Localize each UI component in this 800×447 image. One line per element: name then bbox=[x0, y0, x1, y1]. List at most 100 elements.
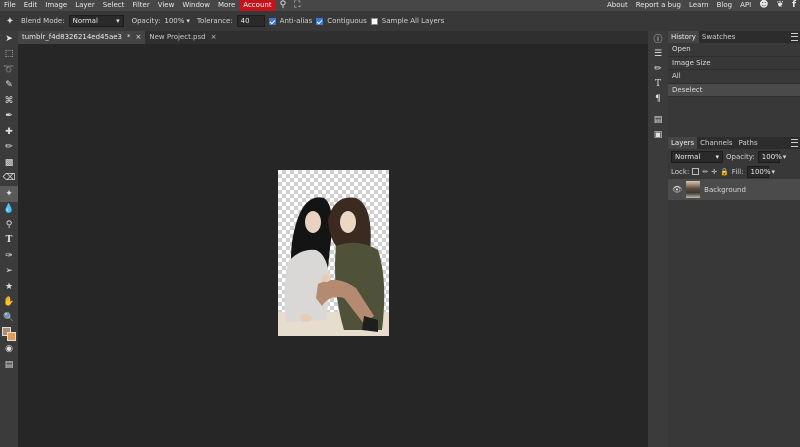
link-report-bug[interactable]: Report a bug bbox=[632, 0, 685, 11]
close-icon[interactable]: × bbox=[136, 31, 142, 44]
menu-window[interactable]: Window bbox=[178, 0, 214, 11]
magic-wand-tool-icon[interactable]: ✦ bbox=[0, 186, 18, 202]
close-icon[interactable]: × bbox=[211, 31, 217, 44]
menu-filter[interactable]: Filter bbox=[128, 0, 153, 11]
panel-icon-strip: ⓘ ☰ ✏ T ¶ ▤ ▣ bbox=[648, 31, 668, 447]
background-color-swatch[interactable] bbox=[7, 331, 16, 341]
layer-opacity-input[interactable]: 100% bbox=[757, 150, 782, 163]
menu-layer[interactable]: Layer bbox=[71, 0, 99, 11]
link-about[interactable]: About bbox=[603, 0, 632, 11]
hand-tool-icon[interactable]: ✋ bbox=[0, 295, 18, 311]
tab-paths[interactable]: Paths bbox=[736, 137, 761, 149]
menu-image[interactable]: Image bbox=[41, 0, 71, 11]
crop-tool-icon[interactable]: ⌘ bbox=[0, 93, 18, 109]
lasso-tool-icon[interactable]: ➰ bbox=[0, 62, 18, 78]
menu-edit[interactable]: Edit bbox=[20, 0, 42, 11]
document-tab-active[interactable]: tumblr_f4d8326214ed45ae3 * × bbox=[18, 31, 146, 44]
path-select-tool-icon[interactable]: ➢ bbox=[0, 264, 18, 280]
history-list: Open Image Size All Deselect bbox=[668, 43, 800, 123]
history-item-all[interactable]: All bbox=[668, 70, 800, 84]
history-item-open[interactable]: Open bbox=[668, 43, 800, 57]
menu-right-links: About Report a bug Learn Blog API ☻ ❦ f bbox=[603, 0, 800, 11]
fill-label: Fill: bbox=[731, 167, 744, 176]
eraser-tool-icon[interactable]: ⌫ bbox=[0, 171, 18, 187]
lock-move-icon[interactable]: ✛ bbox=[711, 168, 717, 176]
healing-brush-tool-icon[interactable]: ✚ bbox=[0, 124, 18, 140]
lock-paint-icon[interactable]: ✏ bbox=[702, 168, 708, 176]
chevron-down-icon[interactable]: ▾ bbox=[783, 153, 787, 161]
anti-alias-label: Anti-alias bbox=[279, 17, 313, 25]
tool-options-bar: ✦ Blend Mode: Normal ▾ Opacity: 100% ▾ Tol… bbox=[0, 11, 800, 31]
fill-input[interactable]: 100% bbox=[746, 165, 771, 178]
panel-menu-icon[interactable] bbox=[791, 33, 798, 41]
character-icon[interactable]: T bbox=[648, 76, 668, 91]
tab-layers[interactable]: Layers bbox=[668, 137, 698, 149]
history-item-deselect[interactable]: Deselect bbox=[668, 83, 800, 97]
lock-transparency-icon[interactable] bbox=[692, 168, 700, 175]
image-panel-icon[interactable]: ▣ bbox=[648, 127, 668, 142]
layers-lock-row: Lock: ✏ ✛ 🔒 Fill: 100% ▾ bbox=[668, 164, 800, 179]
move-tool-icon[interactable]: ➤ bbox=[0, 31, 18, 47]
layers-blend-row: Normal ▾ Opacity: 100% ▾ bbox=[668, 149, 800, 164]
magic-wand-tool-icon[interactable]: ✦ bbox=[3, 16, 17, 27]
lock-all-icon[interactable]: 🔒 bbox=[720, 168, 729, 176]
anti-alias-checkbox[interactable] bbox=[268, 17, 276, 25]
history-item-image-size[interactable]: Image Size bbox=[668, 57, 800, 70]
layer-opacity-label: Opacity: bbox=[726, 152, 755, 161]
layer-blend-select[interactable]: Normal ▾ bbox=[671, 150, 723, 163]
clone-stamp-tool-icon[interactable]: ▩ bbox=[0, 155, 18, 171]
fullscreen-icon[interactable]: ⛶ bbox=[290, 0, 304, 11]
chevron-down-icon: ▾ bbox=[186, 17, 190, 25]
quick-mask-icon[interactable]: ◉ bbox=[0, 342, 18, 358]
image-canvas[interactable] bbox=[278, 170, 389, 336]
menu-select[interactable]: Select bbox=[99, 0, 129, 11]
color-swatches[interactable] bbox=[0, 326, 18, 342]
history-panel-tabs: History Swatches bbox=[668, 31, 800, 43]
shape-tool-icon[interactable]: ★ bbox=[0, 279, 18, 295]
marquee-tool-icon[interactable]: ⬚ bbox=[0, 47, 18, 63]
menu-account[interactable]: Account bbox=[239, 0, 276, 11]
blur-tool-icon[interactable]: 💧 bbox=[0, 202, 18, 218]
info-icon[interactable]: ⓘ bbox=[648, 31, 668, 46]
tab-history[interactable]: History bbox=[668, 31, 699, 43]
brush-tool-icon[interactable]: ✏ bbox=[0, 140, 18, 156]
css-icon[interactable]: ▤ bbox=[648, 112, 668, 127]
brush-settings-icon[interactable]: ✏ bbox=[648, 61, 668, 76]
link-learn[interactable]: Learn bbox=[685, 0, 713, 11]
menu-file[interactable]: File bbox=[0, 0, 20, 11]
properties-icon[interactable]: ☰ bbox=[648, 46, 668, 61]
chevron-down-icon[interactable]: ▾ bbox=[772, 168, 776, 176]
reddit-icon[interactable]: ☻ bbox=[755, 0, 772, 11]
menu-bar: File Edit Image Layer Select Filter View… bbox=[0, 0, 800, 11]
link-blog[interactable]: Blog bbox=[713, 0, 736, 11]
document-tab-new-project[interactable]: New Project.psd × bbox=[145, 31, 220, 44]
twitter-icon[interactable]: ❦ bbox=[773, 0, 789, 11]
link-api[interactable]: API bbox=[736, 0, 755, 11]
screen-mode-icon[interactable]: ▤ bbox=[0, 357, 18, 373]
lock-label: Lock: bbox=[671, 167, 690, 176]
dodge-tool-icon[interactable]: ⚲ bbox=[0, 217, 18, 233]
contiguous-checkbox[interactable] bbox=[316, 17, 324, 25]
tolerance-input[interactable]: 40 bbox=[236, 15, 265, 27]
panel-menu-icon[interactable] bbox=[791, 139, 798, 147]
facebook-icon[interactable]: f bbox=[788, 0, 800, 11]
paragraph-icon[interactable]: ¶ bbox=[648, 91, 668, 106]
type-tool-icon[interactable]: T bbox=[0, 233, 18, 249]
eyedropper-tool-icon[interactable]: ✒ bbox=[0, 109, 18, 125]
menu-more[interactable]: More bbox=[214, 0, 239, 11]
blend-mode-select[interactable]: Normal ▾ bbox=[68, 15, 124, 27]
layer-row-background[interactable]: 👁 Background bbox=[668, 179, 800, 200]
opacity-field[interactable]: 100% ▾ bbox=[164, 17, 190, 25]
quick-select-tool-icon[interactable]: ✎ bbox=[0, 78, 18, 94]
tab-channels[interactable]: Channels bbox=[697, 137, 735, 149]
document-tab-label: New Project.psd bbox=[149, 33, 206, 41]
search-icon[interactable]: ⚲ bbox=[276, 0, 291, 11]
eye-icon[interactable]: 👁 bbox=[672, 185, 682, 194]
sample-all-layers-checkbox[interactable] bbox=[370, 17, 378, 25]
zoom-tool-icon[interactable]: 🔍 bbox=[0, 310, 18, 326]
tab-swatches[interactable]: Swatches bbox=[699, 31, 738, 43]
chevron-down-icon: ▾ bbox=[715, 152, 719, 161]
layer-thumbnail bbox=[686, 181, 701, 198]
pen-tool-icon[interactable]: ✑ bbox=[0, 248, 18, 264]
menu-view[interactable]: View bbox=[154, 0, 179, 11]
